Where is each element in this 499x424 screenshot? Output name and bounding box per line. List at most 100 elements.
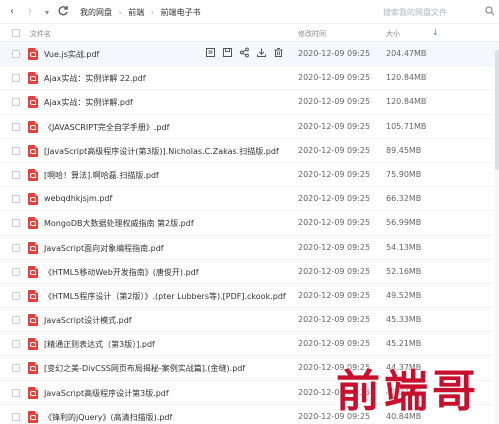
row-checkbox[interactable]: [12, 291, 20, 300]
file-size: 45.21MB: [386, 339, 422, 349]
save-icon[interactable]: [222, 47, 233, 58]
file-row[interactable]: JavaScript设计模式.pdf 2020-12-09 09:25 45.33M…: [0, 308, 499, 333]
pdf-file-icon: [28, 386, 38, 399]
breadcrumb-item-ebooks[interactable]: 前端电子书: [161, 8, 201, 17]
file-name[interactable]: 《HTML5程序设计（第2版）》.(pter Lubbers等).[PDF].c…: [44, 291, 286, 302]
row-checkbox[interactable]: [12, 74, 20, 83]
top-toolbar: ‹ › ▾ 我的网盘 › 前端 › 前端电子书 搜索我的网盘文件: [0, 0, 499, 24]
back-button[interactable]: ‹: [10, 6, 14, 18]
file-size: 120.84MB: [386, 97, 427, 107]
scrollbar-thumb[interactable]: [495, 50, 499, 170]
row-checkbox[interactable]: [12, 412, 20, 421]
file-modified-time: 2020-12-09 09:25: [298, 315, 371, 325]
row-checkbox[interactable]: [12, 50, 20, 58]
pdf-file-icon: [28, 314, 38, 327]
pdf-file-icon: [28, 72, 38, 85]
row-checkbox[interactable]: [12, 388, 20, 397]
file-row[interactable]: JavaScript面向对象编程指南.pdf 2020-12-09 09:25 54…: [0, 236, 499, 260]
file-name[interactable]: [JavaScript高级程序设计(第3版)].Nicholas.C.Zakas…: [44, 146, 279, 157]
file-name[interactable]: JavaScript设计模式.pdf: [44, 315, 132, 326]
refresh-icon[interactable]: [57, 5, 69, 21]
file-name[interactable]: webqdhkjsjm.pdf: [44, 194, 112, 203]
file-row[interactable]: 《JAVASCRIPT完全自学手册》.pdf 2020-12-09 09:25 10…: [0, 115, 499, 139]
row-checkbox[interactable]: [12, 340, 20, 349]
file-size: 56.99MB: [386, 218, 422, 228]
row-checkbox[interactable]: [12, 316, 20, 325]
file-row[interactable]: MongoDB大数据处理权威指南 第2版.pdf 2020-12-09 09:25…: [0, 211, 499, 236]
file-name[interactable]: [啊哈！算法].啊哈磊.扫描版.pdf: [44, 170, 159, 181]
row-checkbox[interactable]: [12, 98, 20, 107]
file-modified-time: 2020-12-09 09:25: [298, 339, 371, 349]
file-row[interactable]: [精通正则表达式（第3版）].pdf 2020-12-09 09:25 45.21M…: [0, 332, 499, 357]
file-modified-time: 2020-12-09 09:25: [298, 266, 371, 276]
file-modified-time: 2020-12-09 09:25: [298, 290, 371, 300]
file-size: 45.33MB: [386, 315, 422, 325]
file-name[interactable]: Vue.js实战.pdf: [44, 49, 99, 60]
row-checkbox[interactable]: [12, 146, 20, 155]
file-modified-time: 2020-12-09 09:25: [298, 242, 371, 252]
share-icon[interactable]: [239, 47, 250, 58]
delete-icon[interactable]: [273, 47, 284, 58]
row-checkbox[interactable]: [12, 364, 20, 373]
row-checkbox[interactable]: [12, 122, 20, 131]
pdf-file-icon: [28, 362, 38, 375]
file-name[interactable]: 《HTML5移动Web开发指南》(唐俊开).pdf: [44, 267, 199, 278]
breadcrumb-item-root[interactable]: 我的网盘: [80, 8, 112, 17]
file-size: 204.47MB: [386, 49, 427, 58]
search-icon[interactable]: [485, 6, 495, 18]
file-row[interactable]: Ajax实战：实例详解.pdf 2020-12-09 09:25 120.84MB: [0, 90, 499, 115]
file-name[interactable]: MongoDB大数据处理权威指南 第2版.pdf: [44, 218, 194, 229]
file-name[interactable]: 《JAVASCRIPT完全自学手册》.pdf: [44, 122, 169, 133]
file-modified-time: 2020-12-09 09:25: [298, 49, 371, 58]
row-checkbox[interactable]: [12, 219, 20, 228]
file-size: 120.84MB: [386, 73, 427, 83]
row-checkbox[interactable]: [12, 170, 20, 179]
file-size: 52.16MB: [386, 266, 422, 276]
pdf-file-icon: [28, 120, 38, 133]
file-row[interactable]: [JavaScript高级程序设计(第3版)].Nicholas.C.Zakas…: [0, 139, 499, 163]
pdf-file-icon: [28, 144, 38, 157]
file-row[interactable]: Ajax实战：实例详解 22.pdf 2020-12-09 09:25 120.84…: [0, 66, 499, 91]
file-modified-time: 2020-12-09 09:25: [298, 121, 371, 131]
svg-text:前端哥: 前端哥: [336, 366, 480, 416]
file-row[interactable]: webqdhkjsjm.pdf 2020-12-09 09:25 66.32MB: [0, 187, 499, 212]
file-row[interactable]: 《HTML5程序设计（第2版）》.(pter Lubbers等).[PDF].c…: [0, 284, 499, 309]
row-checkbox[interactable]: [12, 195, 20, 204]
file-name[interactable]: Ajax实战：实例详解 22.pdf: [44, 73, 146, 84]
file-name[interactable]: [精通正则表达式（第3版）].pdf: [44, 339, 155, 350]
download-icon[interactable]: [256, 47, 267, 58]
file-name[interactable]: JavaScript面向对象编程指南.pdf: [44, 243, 164, 254]
column-header-time[interactable]: 修改时间: [298, 29, 326, 39]
breadcrumb-separator: ›: [118, 8, 122, 17]
file-name[interactable]: 《锋利的jQuery》(高清扫描版).pdf: [44, 412, 172, 423]
column-header-size[interactable]: 大小: [386, 29, 400, 39]
file-name[interactable]: [变幻之美-DivCSS网页布局揭秘-案例实战篇].(金缝).pdf: [44, 363, 245, 374]
pdf-file-icon: [28, 168, 38, 181]
open-icon[interactable]: [205, 47, 216, 58]
file-list-header: 文件名 修改时间 大小 ↓: [0, 24, 499, 42]
history-dropdown-button[interactable]: ▾: [45, 7, 49, 19]
sort-arrow-icon[interactable]: ↓: [432, 28, 439, 37]
forward-button[interactable]: ›: [28, 6, 32, 18]
row-checkbox[interactable]: [12, 243, 20, 252]
pdf-file-icon: [28, 48, 38, 60]
row-checkbox[interactable]: [12, 267, 20, 276]
file-size: 49.52MB: [386, 290, 422, 300]
watermark-logo: 前端哥: [334, 358, 494, 418]
pdf-file-icon: [28, 193, 38, 206]
select-all-checkbox[interactable]: [12, 29, 20, 37]
search-input[interactable]: 搜索我的网盘文件: [383, 7, 447, 18]
breadcrumb-item-frontend[interactable]: 前端: [128, 8, 144, 17]
file-row[interactable]: Vue.js实战.pdf 2020-12-09 09:25 204.47MB: [0, 42, 499, 67]
file-name[interactable]: JavaScript高级程序设计第3版.pdf: [44, 388, 169, 399]
column-header-name[interactable]: 文件名: [30, 29, 51, 39]
file-name[interactable]: Ajax实战：实例详解.pdf: [44, 97, 133, 108]
pdf-file-icon: [28, 217, 38, 230]
pdf-file-icon: [28, 289, 38, 302]
file-row[interactable]: 《HTML5移动Web开发指南》(唐俊开).pdf 2020-12-09 09:2…: [0, 260, 499, 284]
file-modified-time: 2020-12-09 09:25: [298, 97, 371, 107]
file-row[interactable]: [啊哈！算法].啊哈磊.扫描版.pdf 2020-12-09 09:25 75.90…: [0, 163, 499, 188]
file-modified-time: 2020-12-09 09:25: [298, 73, 371, 83]
file-size: 89.45MB: [386, 145, 422, 155]
file-size: 54.13MB: [386, 242, 422, 252]
